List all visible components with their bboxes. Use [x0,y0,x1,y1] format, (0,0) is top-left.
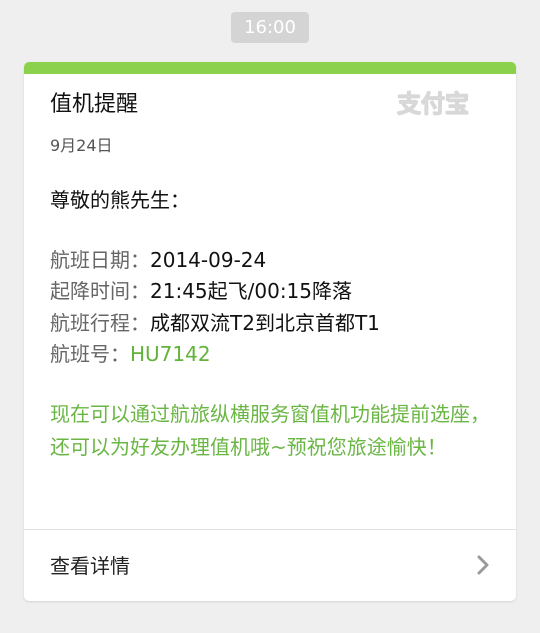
flight-route-value: 成都双流T2到北京首都T1 [150,311,380,335]
flight-date-row: 航班日期：2014-09-24 [50,247,266,273]
timestamp-badge: 16:00 [231,12,309,43]
card-title: 值机提醒 [50,92,139,117]
greeting: 尊敬的熊先生： [50,188,190,212]
flight-number-link[interactable]: HU7142 [130,342,211,366]
card-date: 9月24日 [50,136,113,155]
checkin-reminder-card: 值机提醒 支付宝 9月24日 尊敬的熊先生： 航班日期：2014-09-24 起… [24,62,516,601]
flight-route-row: 航班行程：成都双流T2到北京首都T1 [50,310,380,336]
flight-time-label: 起降时间： [50,279,150,303]
flight-number-row: 航班号：HU7142 [50,341,211,367]
flight-time-row: 起降时间：21:45起飞/00:15降落 [50,278,352,304]
view-details-label: 查看详情 [50,554,130,578]
view-details-button[interactable]: 查看详情 [24,530,516,601]
flight-route-label: 航班行程： [50,311,150,335]
checkin-notice: 现在可以通过航旅纵横服务窗值机功能提前选座，还可以为好友办理值机哦~预祝您旅途愉… [50,402,490,459]
chevron-right-icon [477,555,489,575]
alipay-logo-text: 支付宝 [397,90,469,118]
flight-time-value: 21:45起飞/00:15降落 [150,279,353,303]
flight-number-label: 航班号： [50,342,130,366]
flight-date-value: 2014-09-24 [150,248,267,272]
card-accent-bar [24,62,516,74]
alipay-logo: 支付宝 [396,89,469,118]
flight-date-label: 航班日期： [50,248,150,272]
